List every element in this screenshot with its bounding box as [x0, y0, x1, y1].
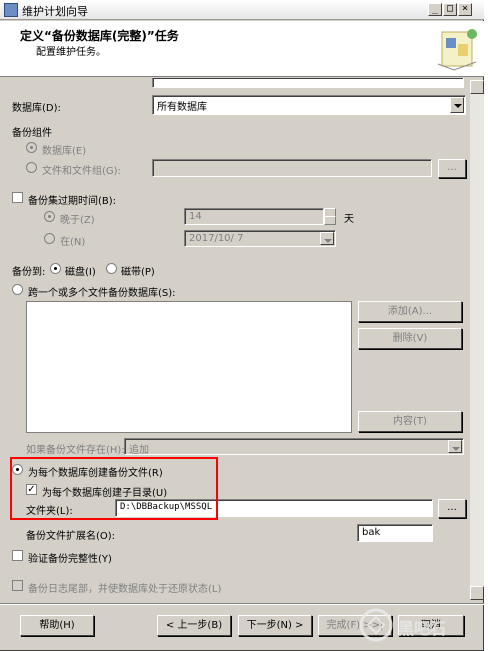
watermark-text: 黑吧石 [398, 619, 447, 638]
radio-span-files[interactable] [12, 284, 23, 295]
page-title: 定义“备份数据库(完整)”任务 [20, 29, 179, 43]
database-select-value: 所有数据库 [157, 102, 207, 113]
chevron-down-icon[interactable] [450, 97, 464, 113]
spin-down-icon[interactable] [324, 216, 336, 225]
radio-disk[interactable] [50, 263, 61, 274]
radio-database[interactable] [26, 142, 37, 153]
close-icon[interactable]: × [458, 3, 472, 16]
database-select[interactable]: 所有数据库 [152, 95, 466, 115]
radio-tape[interactable] [106, 263, 117, 274]
minimize-icon[interactable]: _ [428, 3, 442, 16]
cut-off-field [152, 78, 464, 88]
remove-button[interactable]: 删除(V) [358, 328, 462, 349]
radio-span-files-label: 跨一个或多个文件备份数据库(S): [28, 288, 176, 299]
next-button[interactable]: 下一步(N) > [238, 615, 312, 636]
wizard-header: 定义“备份数据库(完整)”任务 配置维护任务。 [0, 21, 484, 77]
calendar-dropdown-icon[interactable] [320, 232, 334, 245]
tail-log-checkbox[interactable] [12, 580, 23, 591]
window-title: 维护计划向导 [22, 5, 88, 18]
wizard-window: 维护计划向导 _ □ × 定义“备份数据库(完整)”任务 配置维护任务。 数据库… [0, 0, 484, 651]
app-icon [4, 3, 18, 17]
radio-after-label: 晚于(Z) [60, 215, 95, 226]
backup-files-list[interactable] [26, 301, 352, 433]
radio-database-label: 数据库(E) [42, 146, 87, 157]
files-field[interactable] [152, 159, 432, 177]
radio-disk-label: 磁盘(I) [65, 267, 96, 278]
scroll-up-icon[interactable] [470, 80, 484, 94]
vertical-scrollbar[interactable] [470, 80, 484, 600]
folder-browse-button[interactable]: ... [438, 499, 466, 518]
help-button[interactable]: 帮助(H) [20, 615, 94, 636]
watermark: 黑吧石 [358, 605, 478, 645]
scroll-down-icon[interactable] [470, 586, 484, 600]
verify-checkbox-label: 验证备份完整性(Y) [28, 554, 112, 565]
backup-expire-checkbox[interactable] [12, 192, 23, 203]
wizard-art-icon [437, 29, 477, 71]
maximize-icon[interactable]: □ [443, 3, 457, 16]
after-days-field[interactable]: 14 [184, 208, 324, 225]
files-browse-button[interactable]: ... [438, 159, 466, 178]
extension-value: bak [362, 527, 381, 538]
watermark-logo-icon [359, 608, 393, 642]
extension-label: 备份文件扩展名(O): [26, 531, 116, 542]
if-exists-value: 追加 [129, 445, 149, 455]
backup-to-label: 备份到: [12, 267, 46, 278]
backup-expire-label: 备份集过期时间(B): [28, 196, 117, 207]
extension-input[interactable]: bak [357, 524, 433, 542]
database-label: 数据库(D): [12, 103, 61, 114]
back-button[interactable]: < 上一步(B) [157, 615, 231, 636]
radio-on[interactable] [44, 233, 55, 244]
chevron-down-icon[interactable] [448, 440, 462, 453]
on-date-field[interactable]: 2017/10/ 7 [184, 230, 336, 247]
content-button[interactable]: 内容(T) [358, 411, 462, 432]
if-exists-label: 如果备份文件存在(H): [26, 445, 125, 456]
title-bar[interactable]: 维护计划向导 _ □ × [0, 0, 484, 20]
verify-checkbox[interactable] [12, 550, 23, 561]
radio-after[interactable] [44, 211, 55, 222]
radio-on-label: 在(N) [60, 237, 86, 248]
radio-tape-label: 磁带(P) [121, 267, 155, 278]
highlight-box [10, 457, 218, 520]
days-unit: 天 [344, 214, 354, 225]
add-button[interactable]: 添加(A)... [358, 301, 462, 322]
radio-files[interactable] [26, 162, 37, 173]
tail-log-checkbox-label: 备份日志尾部，并使数据库处于还原状态(L) [28, 584, 222, 595]
radio-files-label: 文件和文件组(G): [42, 166, 121, 177]
backup-component-label: 备份组件 [12, 128, 52, 139]
page-subtitle: 配置维护任务。 [36, 47, 106, 58]
on-date-value: 2017/10/ 7 [189, 233, 244, 244]
after-days-value: 14 [189, 211, 202, 222]
if-exists-select[interactable]: 追加 [124, 438, 464, 455]
